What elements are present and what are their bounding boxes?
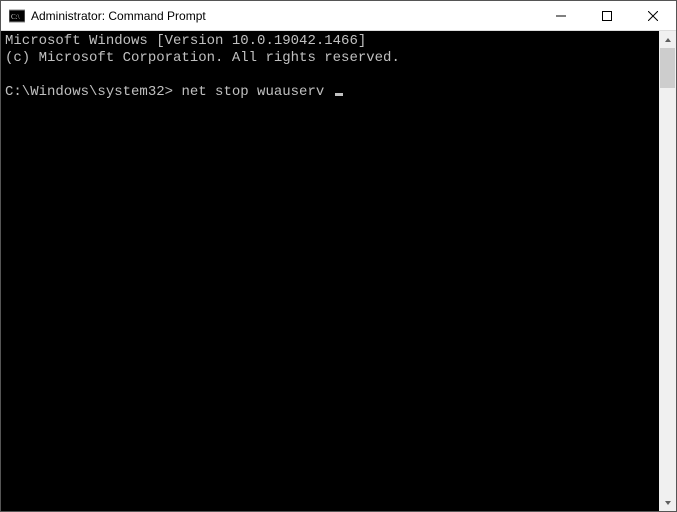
vertical-scrollbar[interactable] — [659, 31, 676, 511]
scroll-thumb[interactable] — [660, 48, 675, 88]
window-title: Administrator: Command Prompt — [31, 9, 538, 23]
scroll-up-button[interactable] — [659, 31, 676, 48]
terminal-output[interactable]: Microsoft Windows [Version 10.0.19042.14… — [1, 31, 659, 511]
window-controls — [538, 1, 676, 30]
scroll-down-button[interactable] — [659, 494, 676, 511]
content-area: Microsoft Windows [Version 10.0.19042.14… — [1, 31, 676, 511]
close-button[interactable] — [630, 1, 676, 30]
command-prompt-window: C:\ Administrator: Command Prompt Micros… — [0, 0, 677, 512]
typed-command: net stop wuauserv — [181, 84, 324, 100]
blank-line — [5, 67, 655, 84]
prompt-line: C:\Windows\system32> net stop wuauserv — [5, 84, 655, 101]
copyright-line: (c) Microsoft Corporation. All rights re… — [5, 50, 655, 67]
prompt-path: C:\Windows\system32> — [5, 84, 173, 100]
svg-text:C:\: C:\ — [11, 13, 20, 21]
scroll-track[interactable] — [659, 48, 676, 494]
version-line: Microsoft Windows [Version 10.0.19042.14… — [5, 33, 655, 50]
text-cursor — [335, 93, 343, 96]
maximize-button[interactable] — [584, 1, 630, 30]
titlebar[interactable]: C:\ Administrator: Command Prompt — [1, 1, 676, 31]
minimize-button[interactable] — [538, 1, 584, 30]
cmd-icon: C:\ — [9, 8, 25, 24]
